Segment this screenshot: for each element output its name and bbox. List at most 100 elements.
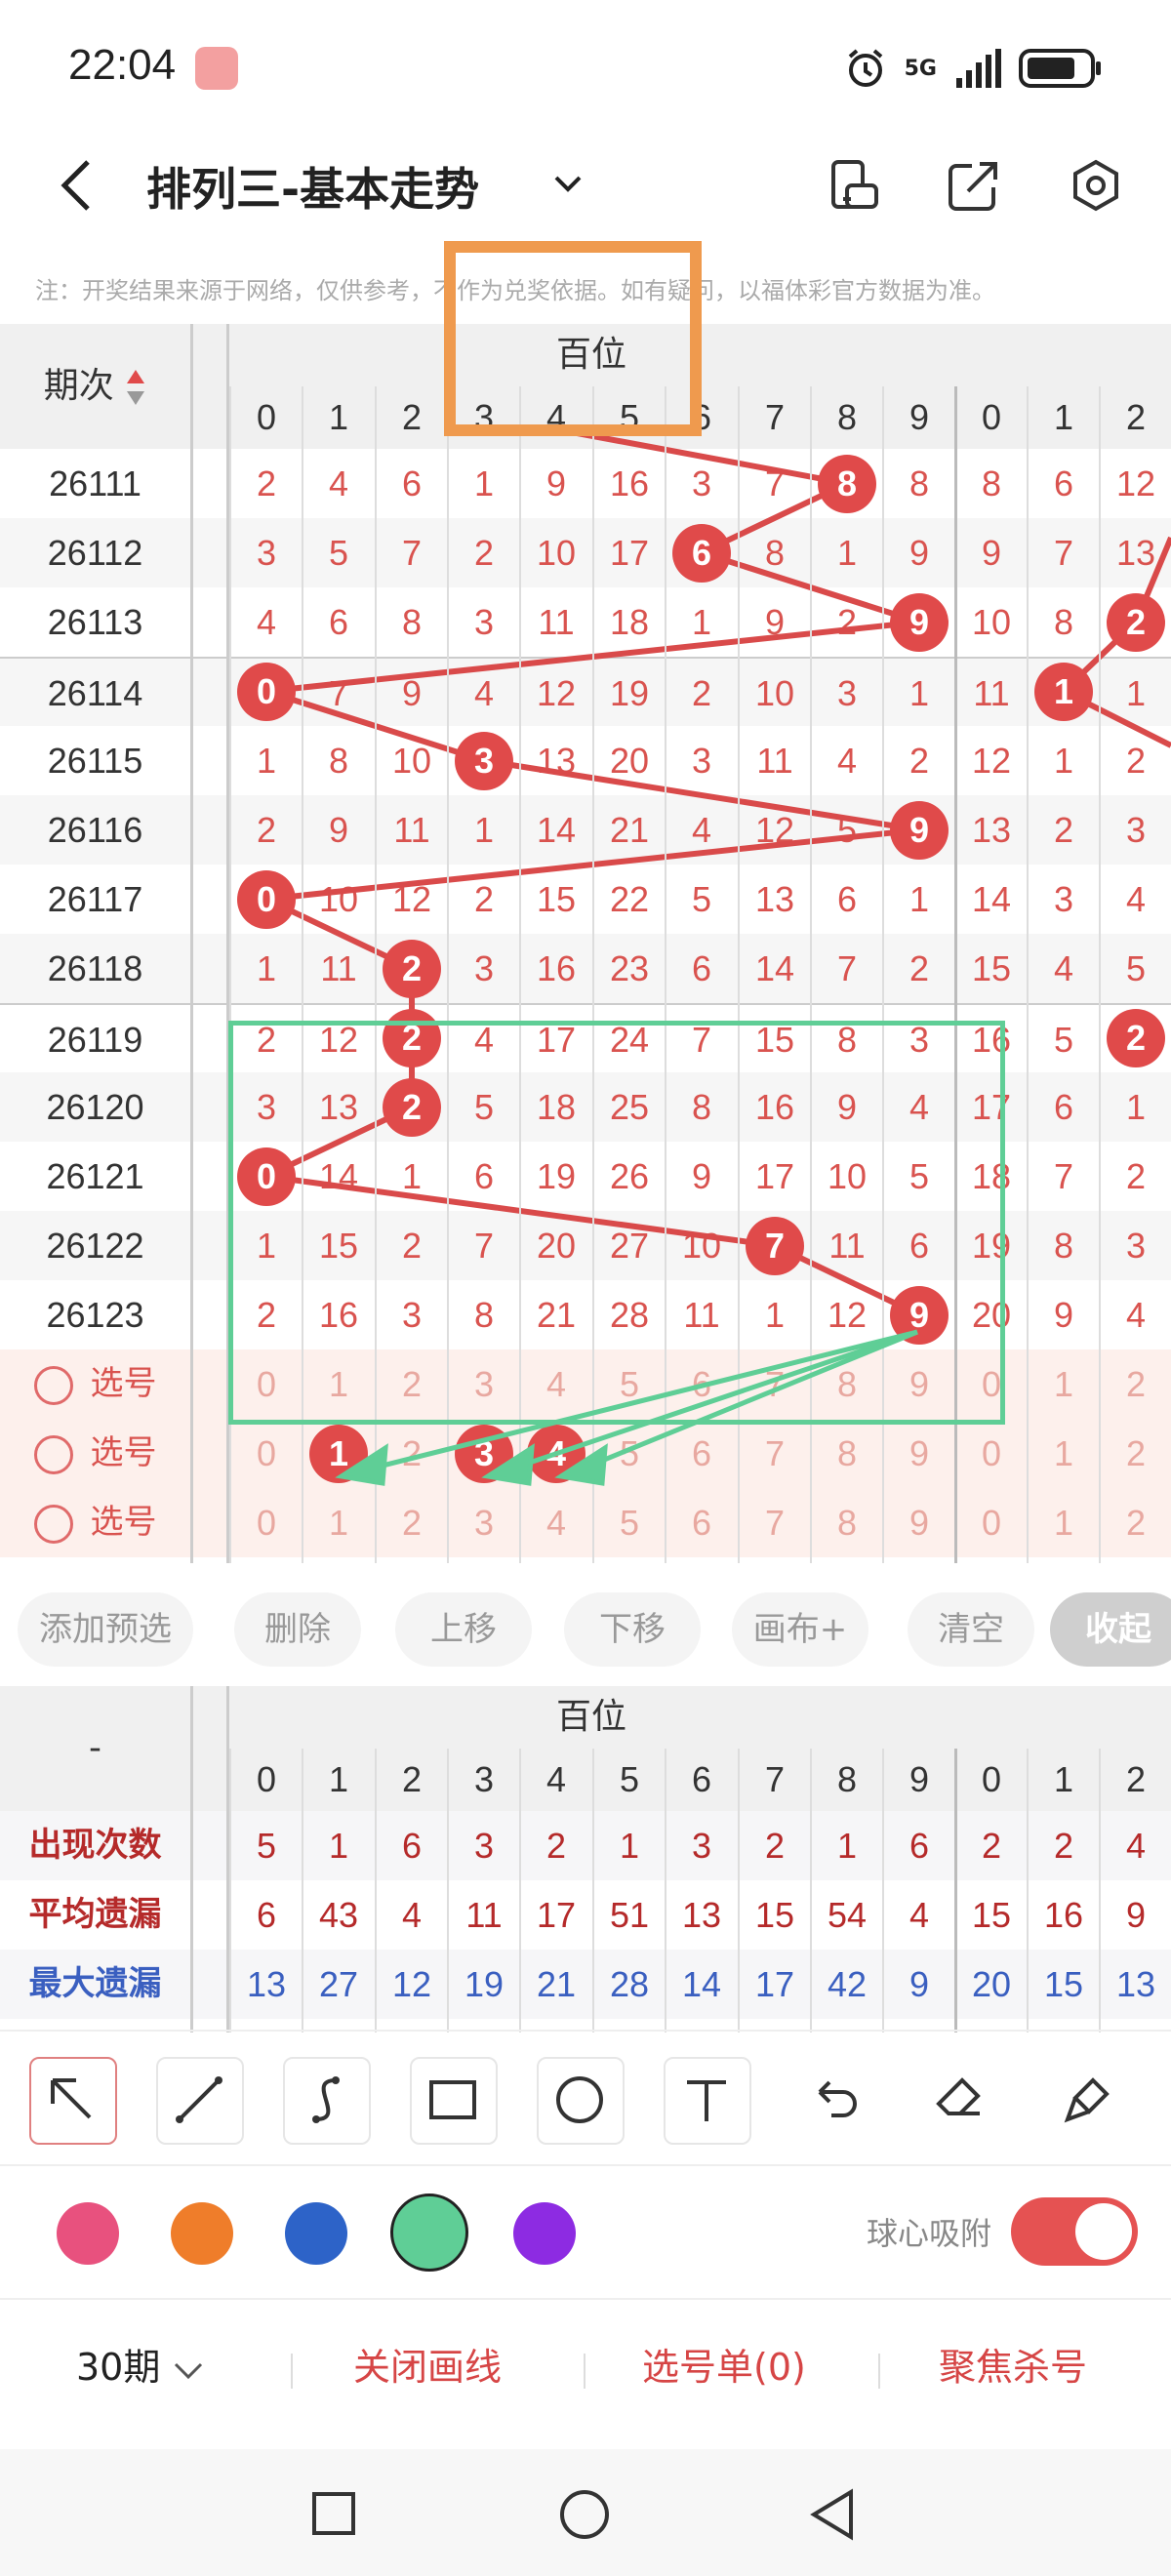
stats-value: 28 [609, 1964, 650, 2004]
drawing-tool-button[interactable] [29, 2057, 117, 2145]
grid-line [447, 1749, 449, 2033]
stats-row-label: 最大遗漏 [28, 1964, 162, 2003]
stats-value: 6 [909, 1826, 930, 1866]
stats-value: 19 [464, 1964, 505, 2004]
stats-value: 3 [691, 1826, 712, 1866]
home-icon[interactable] [558, 2488, 611, 2541]
stats-value: 15 [971, 1895, 1012, 1935]
action-button[interactable]: 添加预选 [18, 1592, 193, 1667]
color-swatch[interactable] [57, 2202, 119, 2265]
grid-line [954, 1749, 957, 2033]
stats-value: 27 [318, 1964, 359, 2004]
bottom-separator [584, 2354, 586, 2389]
stats-value: 13 [1115, 1964, 1156, 2004]
grid-line [882, 1749, 884, 2033]
stats-digit-header-cell: 0 [256, 1759, 277, 1799]
drawing-tool-button[interactable] [664, 2057, 751, 2145]
stats-value: 3 [473, 1826, 495, 1866]
drawing-tool-button[interactable] [283, 2057, 371, 2145]
stats-row: 出现次数 5 1 6 3 2 1 3 2 1 6 2 2 4 [0, 1811, 1171, 1880]
period-selector[interactable]: 30期 [76, 2337, 205, 2391]
back-nav-icon[interactable] [808, 2488, 857, 2541]
eraser-icon [936, 2077, 981, 2115]
color-swatch[interactable] [171, 2202, 233, 2265]
focus-kill-button[interactable]: 聚焦杀号 [939, 2337, 1087, 2391]
stats-value: 9 [909, 1964, 930, 2004]
recent-apps-icon[interactable] [310, 2490, 357, 2537]
stats-table: - 百位 0123456789012 出现次数 5 1 6 3 2 1 3 2 1 6 2 2 4 平均遗漏… [0, 1686, 1171, 2033]
circle-tool-icon [556, 2076, 603, 2123]
stats-value: 4 [1125, 1826, 1147, 1866]
grid-line [810, 1749, 812, 2033]
line-tool-icon [176, 2076, 222, 2123]
stats-value: 15 [754, 1895, 795, 1935]
bottom-separator [878, 2354, 880, 2389]
stats-value: 54 [827, 1895, 868, 1935]
stats-value: 1 [836, 1826, 858, 1866]
snap-label: 球心吸附 [867, 2215, 992, 2252]
stats-value: 12 [391, 1964, 432, 2004]
stats-value: 17 [536, 1895, 577, 1935]
grid-line [375, 1749, 377, 2033]
stats-value: 11 [465, 1895, 503, 1935]
color-swatch[interactable] [390, 2194, 468, 2272]
stats-digit-header-cell: 4 [545, 1759, 567, 1799]
stats-digit-header-cell: 9 [909, 1759, 930, 1799]
snap-toggle[interactable] [1011, 2197, 1138, 2266]
stats-value: 1 [328, 1826, 349, 1866]
stats-digit-header-cell: 1 [328, 1759, 349, 1799]
drawing-tool-button[interactable] [410, 2057, 498, 2145]
column-divider [190, 1686, 193, 2033]
stats-value: 9 [1125, 1895, 1147, 1935]
stats-row-label: 平均遗漏 [28, 1895, 162, 1934]
stats-dash: - [89, 1728, 101, 1768]
drawing-tool-button[interactable] [156, 2057, 244, 2145]
grid-line [592, 1749, 594, 2033]
grid-line [302, 1749, 303, 2033]
stats-value: 2 [981, 1826, 1002, 1866]
grid-line [1027, 1749, 1029, 2033]
green-arrows[interactable] [0, 0, 1171, 2576]
stats-group-header: 百位 [555, 1697, 626, 1737]
stats-digit-header-cell: 2 [401, 1759, 423, 1799]
stats-value: 2 [1053, 1826, 1074, 1866]
clear-brush-icon [1064, 2077, 1110, 2123]
stats-value: 43 [318, 1895, 359, 1935]
color-swatch[interactable] [285, 2202, 347, 2265]
pick-list-button[interactable]: 选号单(0) [642, 2337, 806, 2391]
stats-digit-header-cell: 8 [836, 1759, 858, 1799]
color-swatch[interactable] [513, 2202, 576, 2265]
action-button[interactable]: 下移 [564, 1592, 701, 1667]
drawing-tool-button[interactable] [537, 2057, 625, 2145]
bottom-separator [291, 2354, 293, 2389]
stats-value: 17 [754, 1964, 795, 2004]
grid-line [1099, 1749, 1101, 2033]
undo-icon [818, 2080, 857, 2117]
stats-value: 21 [536, 1964, 577, 2004]
action-button[interactable]: 上移 [395, 1592, 532, 1667]
arrow-tool-icon [51, 2078, 92, 2119]
stats-value: 20 [971, 1964, 1012, 2004]
stats-value: 16 [1043, 1895, 1084, 1935]
snap-toggle-knob [1075, 2203, 1132, 2260]
drawing-tool-button[interactable] [1044, 2057, 1132, 2145]
action-button[interactable]: 清空 [908, 1592, 1034, 1667]
action-button[interactable]: 收起 [1050, 1592, 1171, 1667]
stats-value: 1 [619, 1826, 640, 1866]
stats-value: 51 [609, 1895, 650, 1935]
toolbar-divider-top [0, 2030, 1171, 2032]
stats-value: 6 [256, 1895, 277, 1935]
drawing-tool-button[interactable] [917, 2057, 1005, 2145]
stats-value: 13 [246, 1964, 287, 2004]
grid-line [665, 1749, 666, 2033]
stats-value: 6 [401, 1826, 423, 1866]
rectangle-tool-icon [429, 2080, 476, 2119]
action-button[interactable]: 删除 [234, 1592, 361, 1667]
stats-row-label: 出现次数 [28, 1826, 162, 1865]
stats-digit-header-cell: 6 [691, 1759, 712, 1799]
stats-value: 2 [545, 1826, 567, 1866]
close-draw-button[interactable]: 关闭画线 [353, 2337, 502, 2391]
drawing-tool-button[interactable] [790, 2057, 878, 2145]
action-button[interactable]: 画布+ [732, 1592, 868, 1667]
grid-line [519, 1749, 521, 2033]
